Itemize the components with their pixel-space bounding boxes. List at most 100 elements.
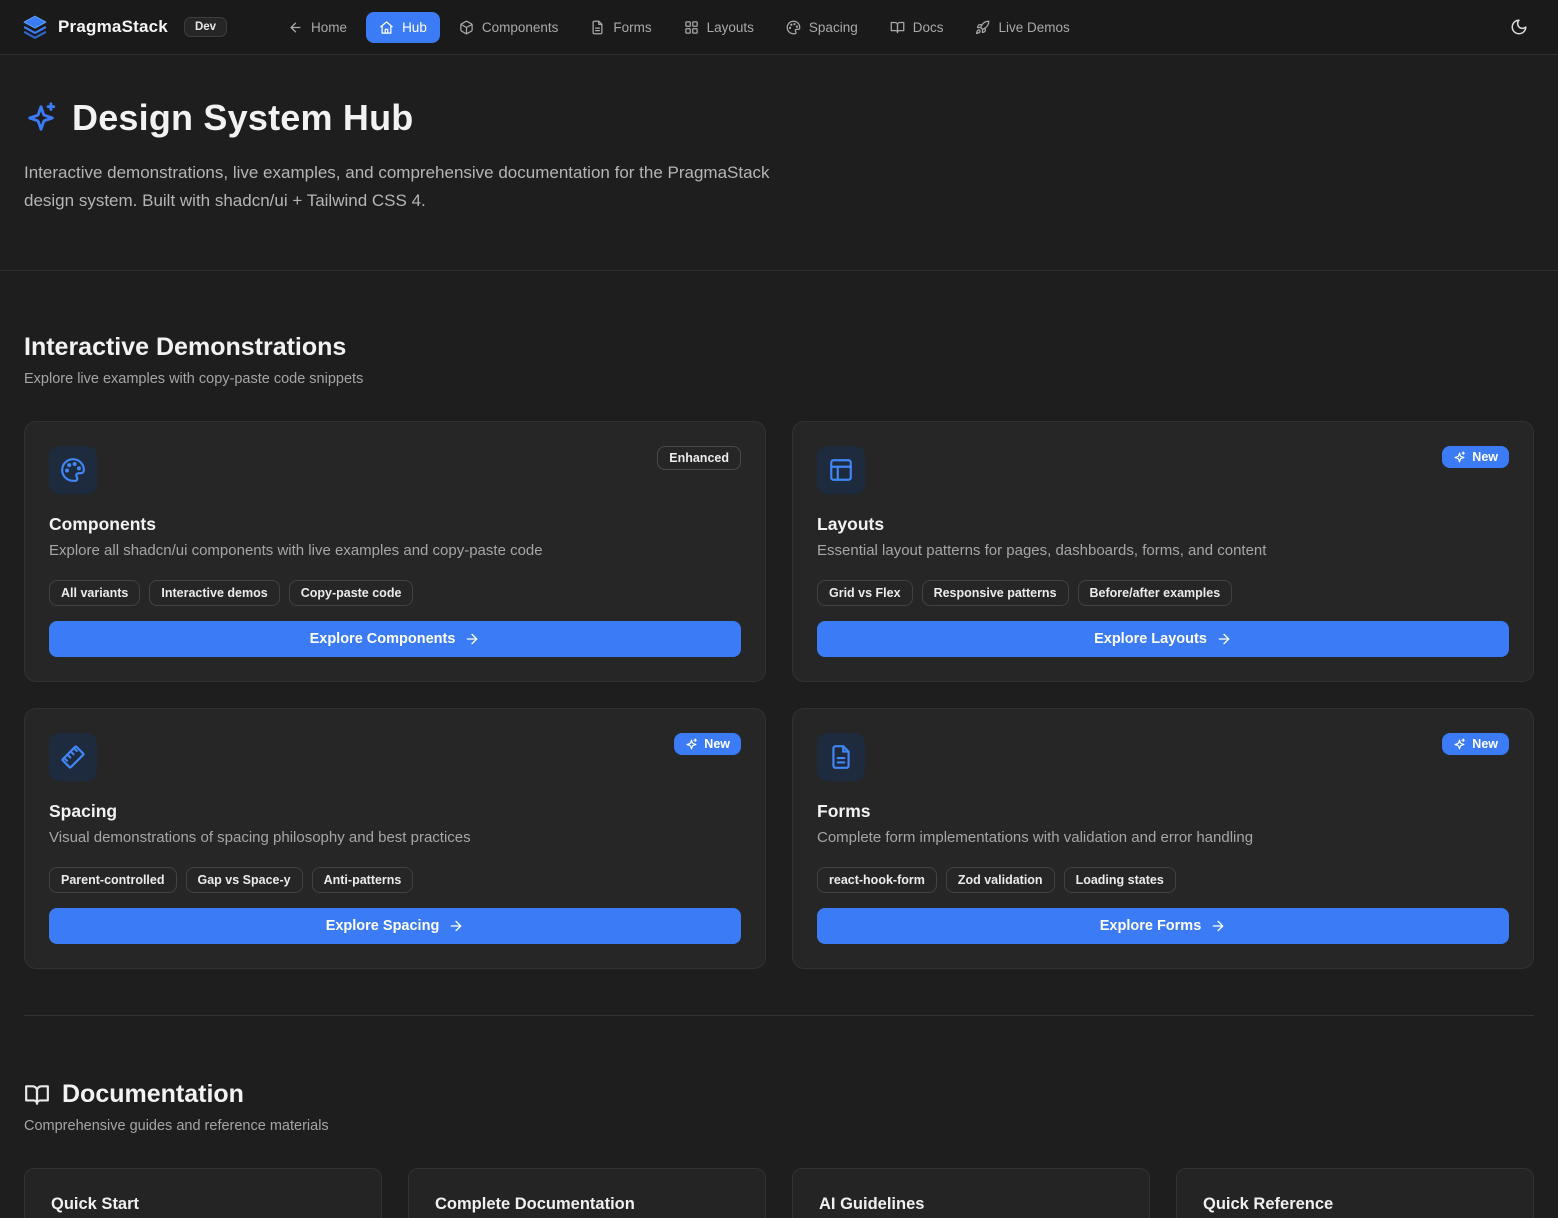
badge-label: New [1472,737,1498,751]
tag: Gap vs Space-y [186,867,303,893]
book-open-icon [890,20,905,35]
tag-row: All variants Interactive demos Copy-past… [49,580,741,606]
doc-card-quick-start[interactable]: Quick Start 5-minute crash course [24,1168,382,1218]
nav-item-home[interactable]: Home [275,12,360,43]
file-text-icon [590,20,605,35]
doc-card-quick-reference[interactable]: Quick Reference Cheat sheet for lookups [1176,1168,1534,1218]
status-badge: New [1442,733,1509,755]
button-label: Explore Forms [1100,918,1202,934]
tag: Responsive patterns [922,580,1069,606]
tag: Zod validation [946,867,1055,893]
tag: Parent-controlled [49,867,177,893]
nav-item-hub[interactable]: Hub [366,12,440,43]
nav-label: Live Demos [998,20,1069,35]
card-title: Components [49,514,741,535]
button-label: Explore Layouts [1094,631,1207,647]
arrow-left-icon [288,20,303,35]
demo-card-spacing: New Spacing Visual demonstrations of spa… [24,708,766,969]
demos-section: Interactive Demonstrations Explore live … [24,333,1534,1016]
arrow-right-icon [1210,918,1226,934]
demo-card-forms: New Forms Complete form implementations … [792,708,1534,969]
button-label: Explore Components [310,631,456,647]
top-navbar: PragmaStack Dev Home Hub Components Fo [0,0,1558,55]
moon-icon [1510,18,1528,36]
nav-label: Hub [402,20,427,35]
sparkles-icon [1453,451,1466,464]
page-subtitle: Interactive demonstrations, live example… [24,159,774,214]
docs-heading: Documentation [62,1080,244,1109]
section-divider [24,1015,1534,1016]
layers-logo-icon [22,14,48,40]
nav-item-docs[interactable]: Docs [877,12,957,43]
nav-item-components[interactable]: Components [446,12,572,43]
file-text-icon [817,733,865,781]
demos-heading: Interactive Demonstrations [24,333,1534,362]
sparkles-icon [24,101,58,135]
docs-subheading: Comprehensive guides and reference mater… [24,1118,1534,1134]
card-title: AI Guidelines [819,1195,1123,1214]
theme-toggle-button[interactable] [1502,10,1536,44]
arrow-right-icon [1216,631,1232,647]
brand-name: PragmaStack [58,17,168,37]
sparkles-icon [685,738,698,751]
demo-card-grid: Enhanced Components Explore all shadcn/u… [24,421,1534,969]
nav-label: Docs [913,20,944,35]
tag: All variants [49,580,140,606]
tag: Loading states [1064,867,1176,893]
tag-row: Grid vs Flex Responsive patterns Before/… [817,580,1509,606]
sparkles-icon [1453,738,1466,751]
status-badge: New [1442,446,1509,468]
main-content: Interactive Demonstrations Explore live … [0,333,1558,1218]
layout-grid-icon [684,20,699,35]
explore-forms-button[interactable]: Explore Forms [817,908,1509,944]
palette-icon [49,446,97,494]
nav-label: Home [311,20,347,35]
book-open-icon [24,1082,50,1108]
tag: Grid vs Flex [817,580,913,606]
nav-label: Components [482,20,559,35]
arrow-right-icon [464,631,480,647]
demo-card-components: Enhanced Components Explore all shadcn/u… [24,421,766,682]
docs-section: Documentation Comprehensive guides and r… [24,1080,1534,1218]
env-badge: Dev [184,17,227,37]
nav-item-forms[interactable]: Forms [577,12,664,43]
card-title: Quick Reference [1203,1195,1507,1214]
hero-section: Design System Hub Interactive demonstrat… [0,55,1558,271]
nav-item-live-demos[interactable]: Live Demos [962,12,1082,43]
nav-label: Forms [613,20,651,35]
tag: Anti-patterns [312,867,414,893]
status-badge: New [674,733,741,755]
brand[interactable]: PragmaStack Dev [22,14,227,40]
nav-item-spacing[interactable]: Spacing [773,12,871,43]
doc-card-complete-documentation[interactable]: Complete Documentation Full design syste… [408,1168,766,1218]
badge-label: New [704,737,730,751]
status-badge: Enhanced [657,446,741,470]
card-title: Forms [817,801,1509,822]
tag: Copy-paste code [289,580,414,606]
rocket-icon [975,20,990,35]
tag: Interactive demos [149,580,279,606]
doc-card-ai-guidelines[interactable]: AI Guidelines Rules for AI code generati… [792,1168,1150,1218]
explore-spacing-button[interactable]: Explore Spacing [49,908,741,944]
panels-top-left-icon [817,446,865,494]
arrow-right-icon [448,918,464,934]
tag: Before/after examples [1078,580,1233,606]
package-icon [459,20,474,35]
nav-item-layouts[interactable]: Layouts [671,12,767,43]
card-title: Layouts [817,514,1509,535]
card-description: Visual demonstrations of spacing philoso… [49,829,741,846]
card-description: Explore all shadcn/ui components with li… [49,542,741,559]
card-title: Complete Documentation [435,1195,739,1214]
page-title: Design System Hub [72,97,413,139]
button-label: Explore Spacing [326,918,440,934]
card-description: Complete form implementations with valid… [817,829,1509,846]
card-description: Essential layout patterns for pages, das… [817,542,1509,559]
nav-label: Spacing [809,20,858,35]
tag-row: Parent-controlled Gap vs Space-y Anti-pa… [49,867,741,893]
demo-card-layouts: New Layouts Essential layout patterns fo… [792,421,1534,682]
explore-components-button[interactable]: Explore Components [49,621,741,657]
explore-layouts-button[interactable]: Explore Layouts [817,621,1509,657]
docs-card-grid: Quick Start 5-minute crash course Comple… [24,1168,1534,1218]
ruler-icon [49,733,97,781]
nav-label: Layouts [707,20,754,35]
